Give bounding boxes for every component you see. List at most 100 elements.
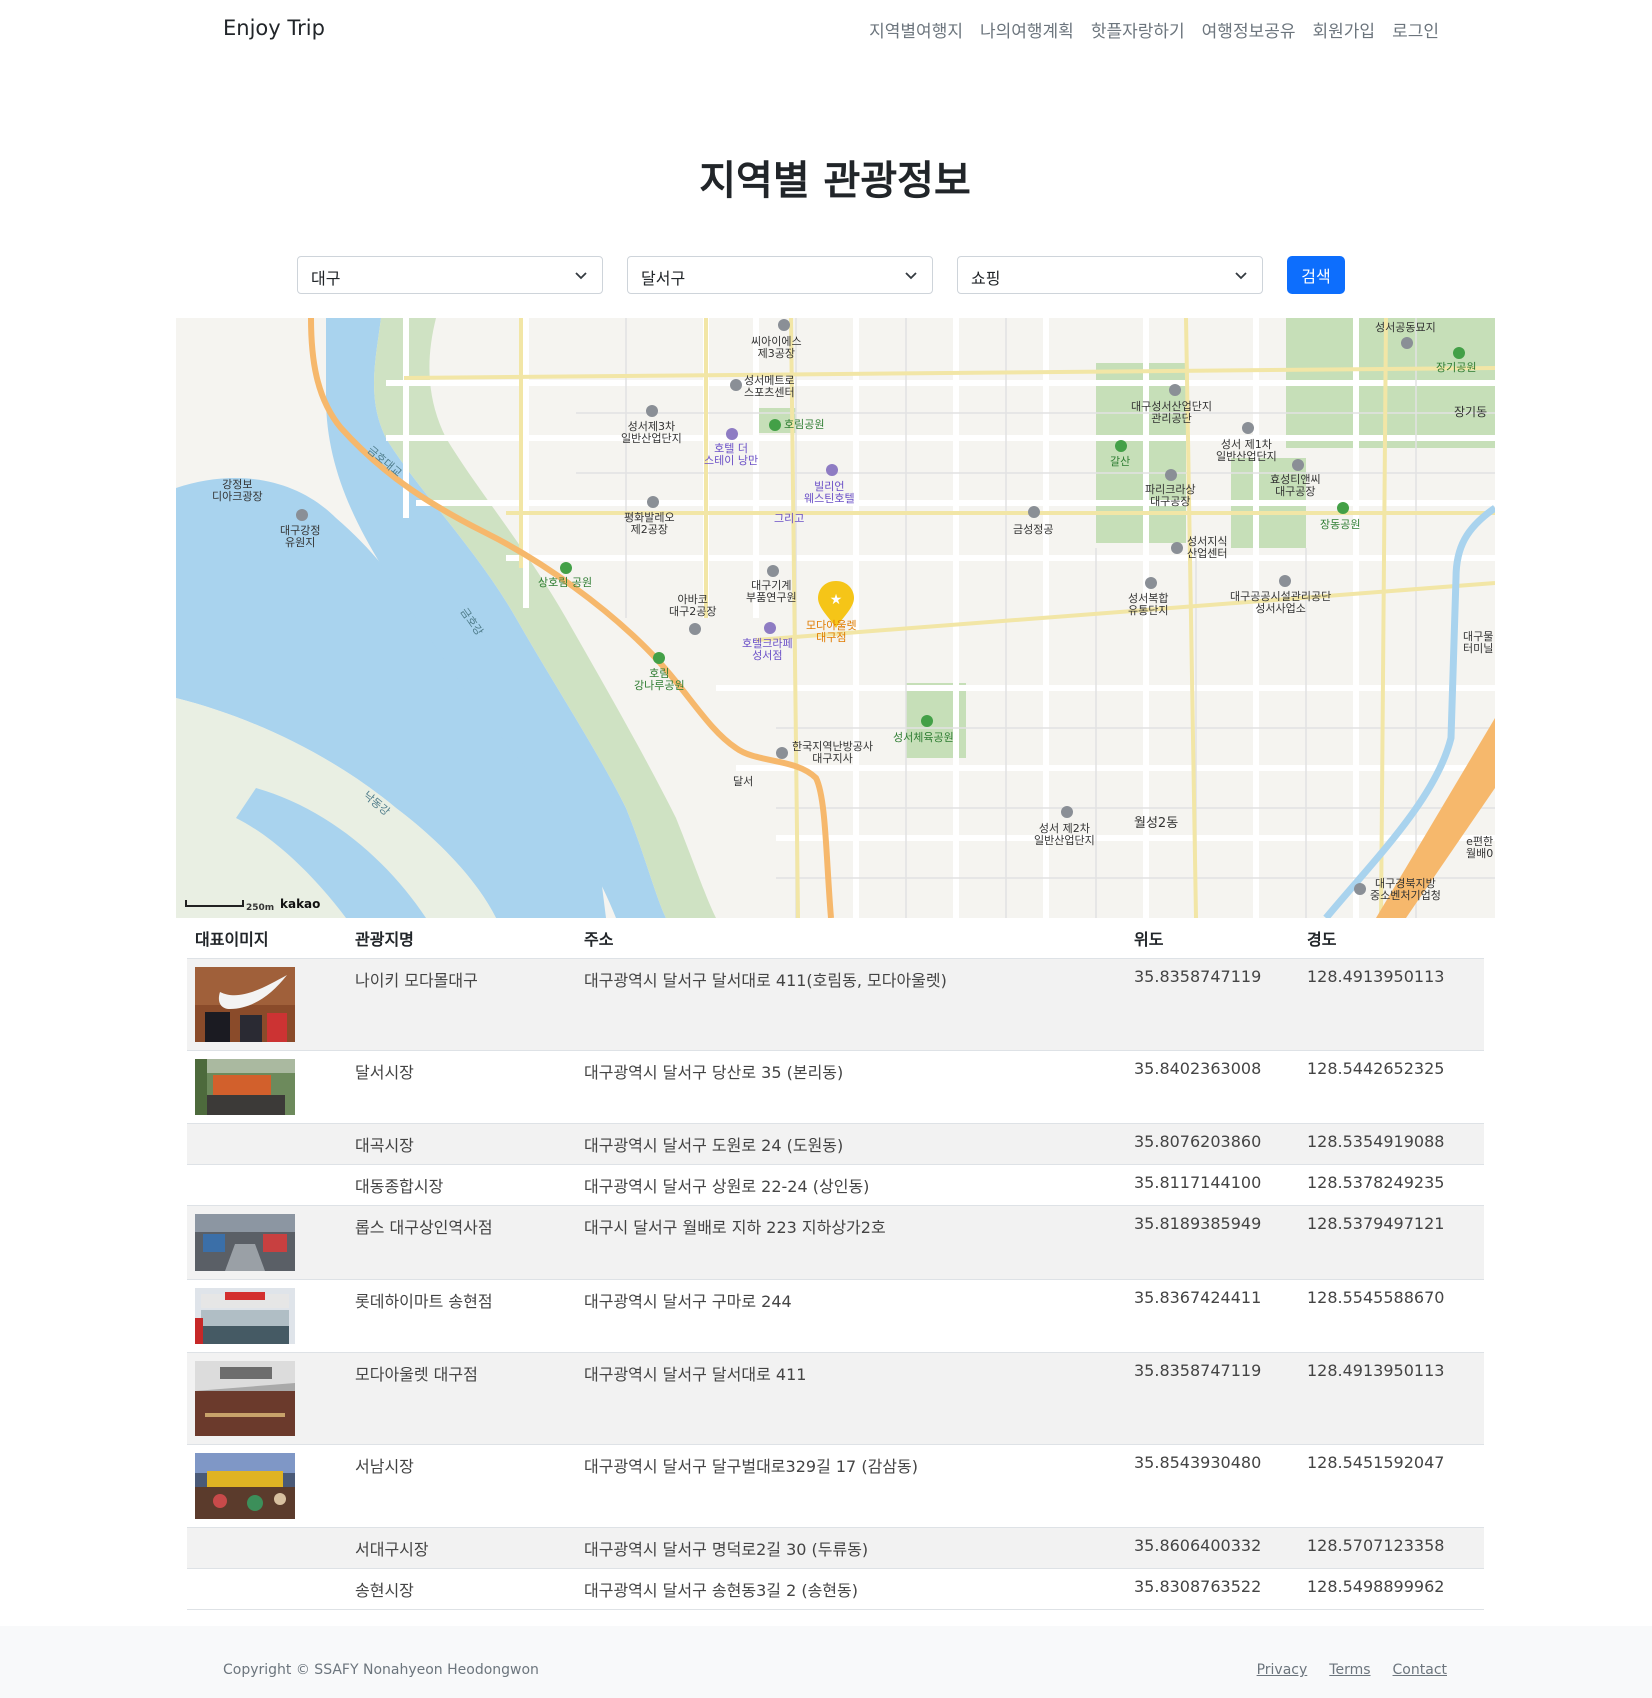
nav-item-hotplace[interactable]: 핫플자랑하기 — [1091, 17, 1185, 42]
map-label: 장동공원 — [1320, 518, 1361, 531]
map-label: 씨아이에스 제3공장 — [751, 335, 802, 360]
place-address: 대구광역시 달서구 도원로 24 (도원동) — [576, 1123, 1126, 1165]
header-longitude: 경도 — [1299, 918, 1484, 959]
footer-link-privacy[interactable]: Privacy — [1257, 1662, 1308, 1678]
place-address: 대구광역시 달서구 상원로 22-24 (상인동) — [576, 1164, 1126, 1206]
table-row[interactable]: 대동종합시장 대구광역시 달서구 상원로 22-24 (상인동) 35.8117… — [187, 1164, 1484, 1206]
underground-mall-image — [195, 1213, 295, 1271]
header-latitude: 위도 — [1126, 918, 1299, 959]
place-address: 대구광역시 달서구 달구벌대로329길 17 (감삼동) — [576, 1444, 1126, 1528]
place-lng: 128.4913950113 — [1299, 1352, 1484, 1445]
map-label: 호림 강나루공원 — [634, 667, 685, 692]
place-address: 대구광역시 달서구 달서대로 411 — [576, 1352, 1126, 1445]
place-name[interactable]: 송현시장 — [347, 1568, 576, 1610]
place-name[interactable]: 대동종합시장 — [347, 1164, 576, 1206]
place-lat: 35.8189385949 — [1126, 1205, 1299, 1280]
place-lat: 35.8358747119 — [1126, 958, 1299, 1051]
table-row[interactable]: 모다아울렛 대구점 대구광역시 달서구 달서대로 411 35.83587471… — [187, 1352, 1484, 1445]
content-type-select[interactable]: 쇼핑 — [957, 256, 1263, 294]
place-lng: 128.5379497121 — [1299, 1205, 1484, 1280]
image-cell — [187, 1050, 347, 1124]
map-label: 대구기계 부품연구원 — [746, 579, 797, 604]
kakao-logo: kakao — [280, 897, 321, 911]
svg-text:★: ★ — [830, 592, 843, 608]
place-lat: 35.8606400332 — [1126, 1527, 1299, 1569]
nike-store-image — [195, 966, 295, 1042]
table-row[interactable]: 나이키 모다몰대구 대구광역시 달서구 달서대로 411(호림동, 모다아울렛)… — [187, 958, 1484, 1051]
map-label: 그리고 — [774, 512, 805, 525]
image-cell — [187, 1444, 347, 1528]
place-lng: 128.5378249235 — [1299, 1164, 1484, 1206]
place-lat: 35.8358747119 — [1126, 1352, 1299, 1445]
sido-select-value: 대구 — [311, 269, 341, 288]
map-label: 호림공원 — [784, 418, 825, 431]
table-row[interactable]: 롯데하이마트 송현점 대구광역시 달서구 구마로 244 35.83674244… — [187, 1279, 1484, 1353]
image-cell — [187, 1279, 347, 1353]
chevron-down-icon — [1235, 272, 1247, 280]
place-name[interactable]: 롯데하이마트 송현점 — [347, 1279, 576, 1353]
sido-select[interactable]: 대구 — [297, 256, 603, 294]
nav-menu: 지역별여행지 나의여행계획 핫플자랑하기 여행정보공유 회원가입 로그인 — [869, 17, 1439, 42]
map-label: 성서 제2차 일반산업단지 — [1034, 822, 1095, 847]
place-address: 대구광역시 달서구 구마로 244 — [576, 1279, 1126, 1353]
map-label: 대구물 터미닐 — [1463, 630, 1494, 655]
map-label: 대구경북지방 중소벤처기업청 — [1370, 877, 1441, 902]
nav-item-share[interactable]: 여행정보공유 — [1202, 17, 1296, 42]
map-label: 한국지역난방공사 대구지사 — [792, 740, 873, 765]
place-name[interactable]: 서대구시장 — [347, 1527, 576, 1569]
place-name[interactable]: 롭스 대구상인역사점 — [347, 1205, 576, 1280]
image-cell — [187, 1352, 347, 1445]
nav-item-region-trips[interactable]: 지역별여행지 — [869, 17, 963, 42]
table-row[interactable]: 서남시장 대구광역시 달서구 달구벌대로329길 17 (감삼동) 35.854… — [187, 1444, 1484, 1528]
image-cell — [187, 1205, 347, 1280]
search-button[interactable]: 검색 — [1287, 256, 1345, 294]
gugun-select[interactable]: 달서구 — [627, 256, 933, 294]
map-label: 아바코 대구2공장 — [669, 593, 717, 618]
table-row[interactable]: 서대구시장 대구광역시 달서구 명덕로2길 30 (두류동) 35.860640… — [187, 1527, 1484, 1569]
map-label: 대구강정 유원지 — [280, 524, 321, 549]
footer-link-contact[interactable]: Contact — [1393, 1662, 1447, 1678]
place-name[interactable]: 대곡시장 — [347, 1123, 576, 1165]
place-name[interactable]: 나이키 모다몰대구 — [347, 958, 576, 1051]
map-label: 호텔 더 스테이 낭만 — [704, 442, 759, 467]
place-lng: 128.5707123358 — [1299, 1527, 1484, 1569]
place-name[interactable]: 달서시장 — [347, 1050, 576, 1124]
footer-link-terms[interactable]: Terms — [1329, 1662, 1370, 1678]
nav-item-my-plan[interactable]: 나의여행계획 — [980, 17, 1074, 42]
page-title: 지역별 관광정보 — [699, 158, 971, 204]
map-label-selected[interactable]: 모다아울렛 대구점 — [806, 620, 857, 644]
table-row[interactable]: 대곡시장 대구광역시 달서구 도원로 24 (도원동) 35.807620386… — [187, 1123, 1484, 1165]
nav-item-signup[interactable]: 회원가입 — [1313, 17, 1376, 42]
map-label: 월성2동 — [1134, 816, 1179, 831]
image-cell — [187, 1527, 347, 1569]
header-image: 대표이미지 — [187, 918, 347, 959]
himart-store-image — [195, 1287, 295, 1344]
place-name[interactable]: 모다아울렛 대구점 — [347, 1352, 576, 1445]
map-view[interactable]: ★ 씨아이에스 제3공장 성서메트로 스포츠센터 성서제3차 일반산업단지 호림공원 … — [176, 318, 1495, 918]
place-lng: 128.5451592047 — [1299, 1444, 1484, 1528]
brand-logo[interactable]: Enjoy Trip — [223, 16, 325, 40]
place-address: 대구광역시 달서구 송현동3길 2 (송현동) — [576, 1568, 1126, 1610]
market-image — [195, 1058, 295, 1115]
gugun-select-value: 달서구 — [641, 269, 686, 288]
map-label: 성서지식 산업센터 — [1187, 535, 1228, 560]
place-lng: 128.4913950113 — [1299, 958, 1484, 1051]
map-label: 평화발레오 제2공장 — [624, 511, 675, 536]
header-address: 주소 — [576, 918, 1126, 959]
table-row[interactable]: 롭스 대구상인역사점 대구시 달서구 월배로 지하 223 지하상가2호 35.… — [187, 1205, 1484, 1280]
map-base: ★ — [176, 318, 1495, 918]
map-label: 성서체육공원 — [893, 731, 954, 744]
map-label: 대구공공시설관리공단 성서사업소 — [1230, 590, 1332, 615]
place-address: 대구광역시 달서구 명덕로2길 30 (두류동) — [576, 1527, 1126, 1569]
chevron-down-icon — [575, 272, 587, 280]
nav-item-login[interactable]: 로그인 — [1392, 17, 1439, 42]
place-name[interactable]: 서남시장 — [347, 1444, 576, 1528]
table-row[interactable]: 송현시장 대구광역시 달서구 송현동3길 2 (송현동) 35.83087635… — [187, 1568, 1484, 1610]
place-lng: 128.5545588670 — [1299, 1279, 1484, 1353]
footer: Copyright © SSAFY Nonahyeon Heodongwon P… — [0, 1626, 1652, 1698]
table-row[interactable]: 달서시장 대구광역시 달서구 당산로 35 (본리동) 35.840236300… — [187, 1050, 1484, 1124]
map-label: 갈산 — [1110, 455, 1131, 468]
place-address: 대구광역시 달서구 당산로 35 (본리동) — [576, 1050, 1126, 1124]
map-label: 파리크라상 대구공장 — [1145, 483, 1196, 508]
map-label: 호텔크라페 성서점 — [742, 637, 793, 662]
